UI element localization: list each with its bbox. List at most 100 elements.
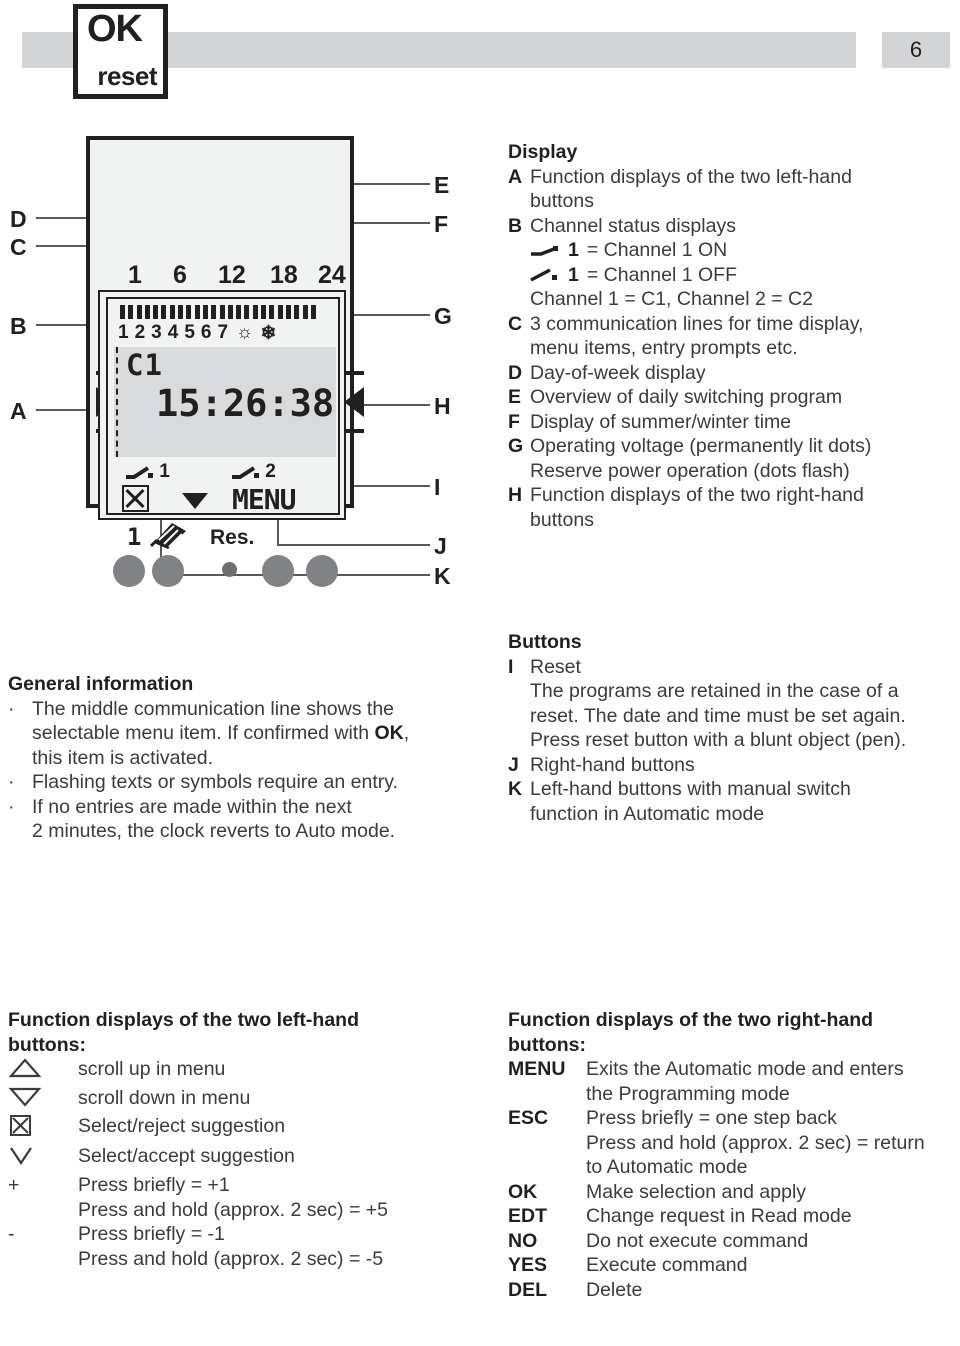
lcd-menu-label: MENU: [232, 483, 296, 516]
day-of-week-row: 1 2 3 4 5 6 7 ☼ ❄: [118, 322, 333, 344]
push-button-2[interactable]: [152, 555, 184, 587]
legend-line: Function displays of the two right-hand: [530, 484, 864, 506]
program-segment: [211, 305, 217, 319]
left-function-row-scroll-up: scroll up in menu: [8, 1057, 458, 1086]
right-button-functions: Function displays of the two right-hand …: [508, 1008, 953, 1302]
channel-off-number: 1: [568, 263, 579, 286]
reset-pin-button[interactable]: [222, 562, 237, 577]
bullet-line: Flashing texts or symbols require an ent…: [32, 771, 398, 793]
buttons-item-K: K Left-hand buttons with manual switch f…: [508, 777, 938, 826]
callout-letter-K: K: [434, 563, 451, 589]
bullet-dot: ·: [8, 697, 15, 720]
bullet-line-with-bold: selectable menu item. If confirmed with …: [32, 722, 410, 744]
legend-text-C: 3 communication lines for time display, …: [530, 312, 938, 361]
bullet-line: If no entries are made within the next: [32, 795, 352, 818]
hour-tick-18: 18: [270, 261, 298, 289]
program-segment: [128, 305, 134, 319]
program-segment: [310, 305, 316, 319]
buttons-line: Left-hand buttons with manual switch: [530, 778, 851, 800]
right-function-row-ok: OK Make selection and apply: [508, 1180, 953, 1205]
left-functions-title-line1: Function displays of the two left-hand: [8, 1009, 359, 1031]
right-function-text: Do not execute command: [586, 1229, 809, 1252]
legend-item-H: H Function displays of the two right-han…: [508, 483, 938, 532]
right-function-row-menu: MENU Exits the Automatic mode and enters…: [508, 1057, 953, 1106]
program-segment: [144, 305, 150, 319]
program-segment: [178, 305, 184, 319]
buttons-item-J: J Right-hand buttons: [508, 753, 938, 778]
push-button-3[interactable]: [262, 555, 294, 587]
general-info-bullet-1: · The middle communication line shows th…: [8, 697, 448, 771]
general-info-bullet-3: · If no entries are made within the next…: [8, 795, 448, 844]
comm-line-marker: [116, 347, 118, 457]
manual-button-label: 1: [127, 523, 142, 551]
right-functions-title-line1: Function displays of the two right-hand: [508, 1009, 874, 1031]
legend-item-B: B Channel status displays 1 = Channel 1 …: [508, 214, 938, 312]
legend-key-H: H: [508, 484, 523, 506]
channel-on-row: 1 = Channel 1 ON: [530, 238, 938, 263]
program-segment: [269, 305, 275, 319]
right-function-key: ESC: [508, 1107, 549, 1129]
right-function-key: DEL: [508, 1278, 547, 1301]
plus-sign: +: [8, 1174, 20, 1196]
lcd-line-time: 15:26:38: [156, 382, 335, 425]
right-function-subtext: Press and hold (approx. 2 sec) = return: [586, 1131, 925, 1154]
ok-label: OK: [87, 8, 143, 50]
bullet-dot: ·: [8, 795, 15, 818]
legend-item-G: G Operating voltage (permanently lit dot…: [508, 434, 938, 483]
legend-line: buttons: [530, 508, 594, 531]
program-segment: [153, 305, 159, 319]
legend-key-C: C: [508, 312, 523, 335]
right-function-subtext: the Programming mode: [586, 1082, 790, 1105]
lcd-line-top: C1: [126, 348, 163, 382]
right-functions-title-line2: buttons:: [508, 1033, 586, 1056]
program-segment: [285, 305, 291, 319]
daily-program-bar: [120, 305, 316, 319]
legend-line: Function displays of the two left-hand: [530, 165, 852, 188]
switch-closed-icon: [232, 466, 259, 479]
bullet-line: this item is activated.: [32, 746, 213, 769]
channel-2-status: 2: [230, 461, 276, 483]
legend-text-D: Day-of-week display: [530, 361, 706, 384]
buttons-line: The programs are retained in the case of…: [530, 680, 899, 702]
legend-item-E: E Overview of daily switching program: [508, 385, 938, 410]
bullet-line: The middle communication line shows the: [32, 697, 395, 720]
legend-text-A: Function displays of the two left-hand b…: [530, 165, 938, 214]
program-segment: [294, 305, 300, 319]
ok-keyword: OK: [374, 722, 404, 744]
callout-letter-C: C: [10, 234, 27, 260]
right-function-text: Delete: [586, 1278, 643, 1301]
callout-letter-E: E: [434, 172, 450, 198]
device-diagram: D C B A E F G H I J K 1 6 12 18 24 1 2 3…: [0, 118, 480, 618]
lcd-outer-frame: 1 2 3 4 5 6 7 ☼ ❄ C1 15:26:38 1 2 MENU: [98, 290, 346, 520]
general-information: General information · The middle communi…: [8, 672, 448, 844]
program-segment: [161, 305, 167, 319]
snowflake-icon: ❄: [260, 322, 277, 344]
callout-letter-G: G: [434, 303, 452, 329]
left-function-subtext: Press and hold (approx. 2 sec) = -5: [78, 1247, 384, 1270]
switch-open-icon: [530, 268, 557, 282]
legend-text-F: Display of summer/winter time: [530, 410, 792, 433]
left-function-row-minus: - Press briefly = -1 Press and hold (app…: [8, 1222, 458, 1271]
reset-label: Res.: [210, 526, 255, 549]
channel-off-text: = Channel 1 OFF: [586, 263, 737, 286]
push-button-1[interactable]: [113, 555, 145, 587]
boxed-x-icon: [8, 1114, 78, 1144]
leader-line-K: [160, 574, 430, 576]
checkmark-icon: [8, 1144, 78, 1174]
triangle-left-icon: [344, 387, 364, 417]
triangle-down-icon: [182, 493, 208, 509]
right-function-row-edt: EDT Change request in Read mode: [508, 1204, 953, 1229]
push-button-4[interactable]: [306, 555, 338, 587]
buttons-legend: Buttons I Reset The programs are retaine…: [508, 630, 938, 826]
switch-closed-icon: [531, 245, 558, 256]
channel-names: Channel 1 = C1, Channel 2 = C2: [530, 288, 813, 310]
program-segment: [227, 305, 233, 319]
channel-off-row: 1 = Channel 1 OFF: [530, 263, 938, 288]
legend-text-B: Channel status displays 1 = Channel 1 ON…: [530, 214, 938, 312]
day-4: 4: [167, 322, 179, 343]
legend-line: Operating voltage (permanently lit dots): [530, 435, 872, 457]
right-function-row-no: NO Do not execute command: [508, 1229, 953, 1254]
left-function-text: scroll up in menu: [78, 1058, 226, 1080]
hour-tick-12: 12: [218, 261, 246, 289]
legend-key-A: A: [508, 165, 523, 188]
